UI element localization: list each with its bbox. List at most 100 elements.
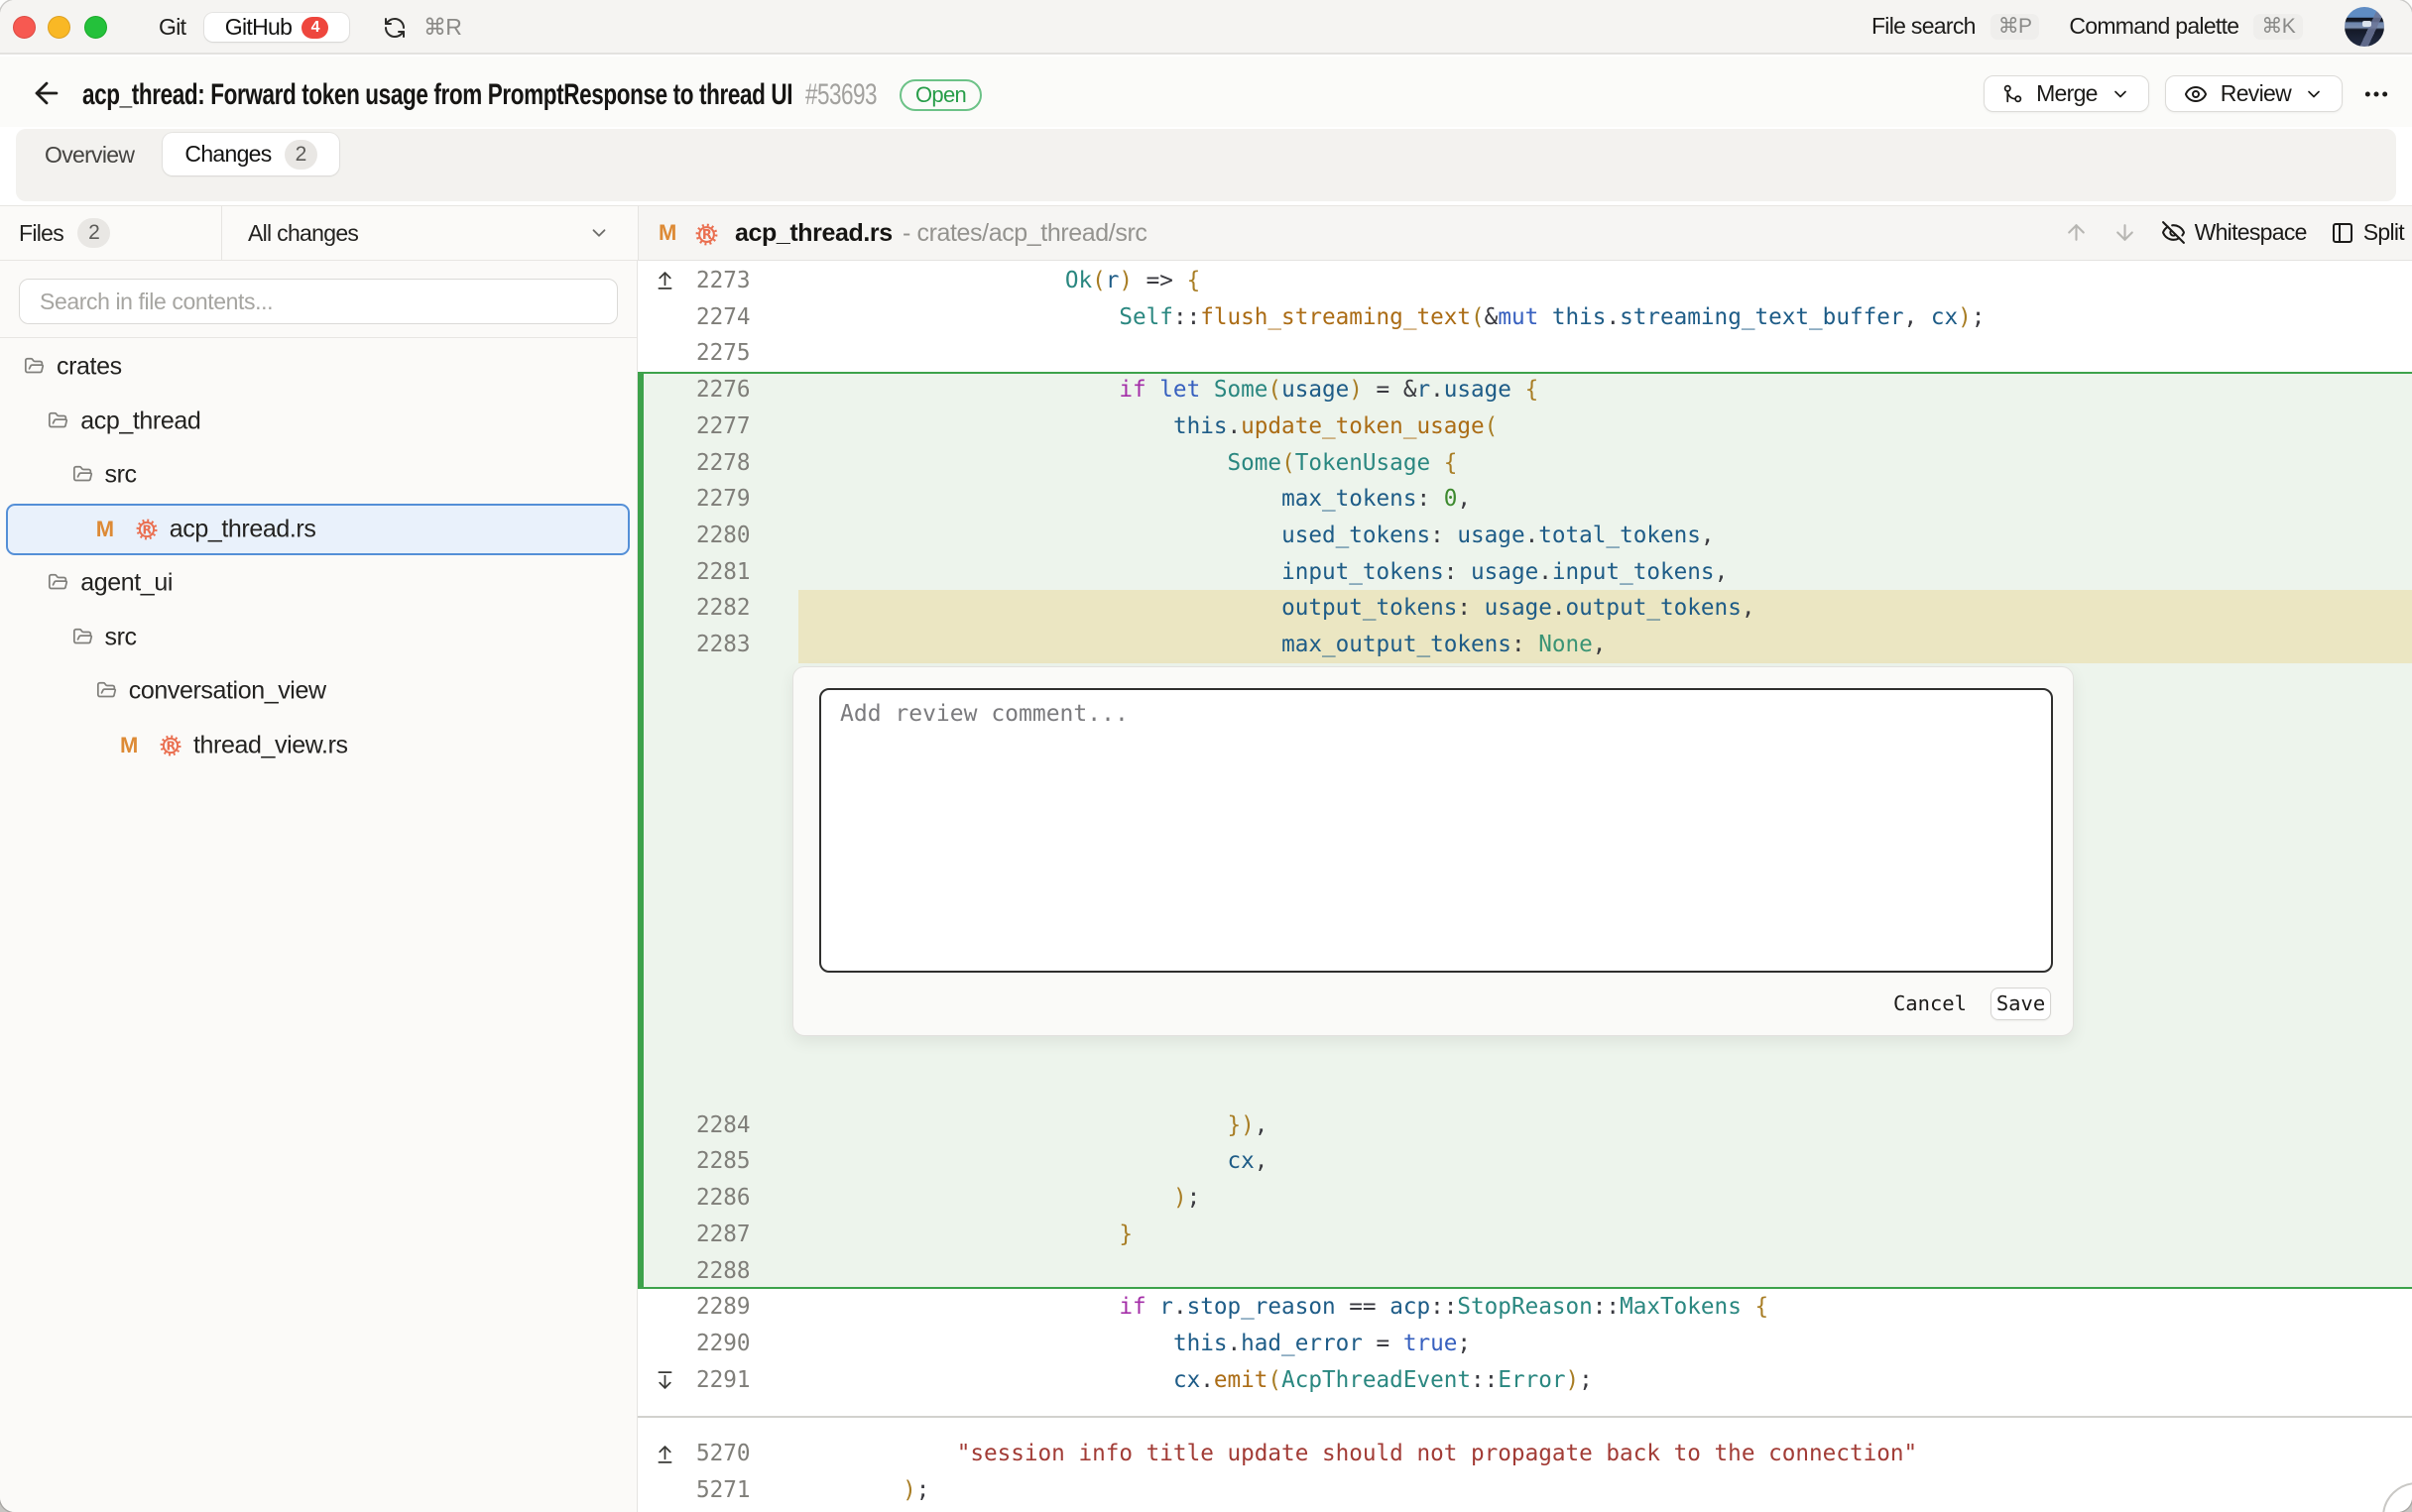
code-line-2289[interactable]: 2289 if r.stop_reason == acp::StopReason…: [638, 1289, 2412, 1326]
file-tree: cratesacp_threadsrcMRacp_thread.rsagent_…: [0, 340, 637, 772]
expand-up-icon[interactable]: [655, 271, 675, 291]
diff-file-name: acp_thread.rs: [735, 219, 893, 248]
line-number: 2275: [696, 335, 751, 372]
files-sidebar: cratesacp_threadsrcMRacp_thread.rsagent_…: [0, 261, 638, 1512]
expand-down-icon[interactable]: [655, 1370, 675, 1391]
code-line-2279[interactable]: 2279 max_tokens: 0,: [638, 481, 2412, 518]
code-text: if let Some(usage) = &r.usage {: [794, 372, 1538, 408]
zoom-window-button[interactable]: [84, 16, 107, 39]
back-arrow-icon[interactable]: [30, 76, 63, 110]
merge-label: Merge: [2036, 80, 2098, 107]
more-options-icon[interactable]: [2358, 76, 2394, 112]
command-palette-button[interactable]: Command palette ⌘K: [2069, 13, 2303, 40]
code-line-2281[interactable]: 2281 input_tokens: usage.input_tokens,: [638, 554, 2412, 591]
folder-open-icon: [48, 410, 69, 432]
tree-folder-acp_thread[interactable]: acp_thread: [0, 395, 637, 449]
refresh-icon[interactable]: [383, 16, 407, 40]
tree-item-label: thread_view.rs: [193, 731, 348, 759]
prev-change-icon[interactable]: [2064, 220, 2089, 245]
code-text: Ok(r) => {: [794, 263, 1200, 299]
tab-overview[interactable]: Overview: [23, 133, 156, 175]
code-text: }),: [794, 1107, 1267, 1144]
code-text: );: [794, 1180, 1200, 1217]
rust-file-icon: R: [694, 222, 719, 247]
tab-changes[interactable]: Changes 2: [163, 133, 339, 175]
changes-filter-label: All changes: [248, 220, 588, 247]
code-line-2276[interactable]: 2276 if let Some(usage) = &r.usage {: [638, 372, 2412, 408]
tree-folder-src[interactable]: src: [0, 448, 637, 503]
svg-text:R: R: [167, 738, 177, 753]
tree-folder-conversation_view[interactable]: conversation_view: [0, 664, 637, 719]
next-change-icon[interactable]: [2112, 220, 2137, 245]
file-status-modified: M: [659, 220, 676, 246]
code-line-2284[interactable]: 2284 }),: [638, 1107, 2412, 1144]
tab-changes-label: Changes: [184, 141, 271, 168]
code-line-2280[interactable]: 2280 used_tokens: usage.total_tokens,: [638, 518, 2412, 554]
code-line-2274[interactable]: 2274 Self::flush_streaming_text(&mut thi…: [638, 299, 2412, 336]
rust-file-icon: R: [135, 518, 159, 541]
line-number: 2277: [696, 408, 751, 445]
code-line-2291[interactable]: 2291 cx.emit(AcpThreadEvent::Error);: [638, 1362, 2412, 1399]
code-text: output_tokens: usage.output_tokens,: [794, 590, 1754, 627]
line-number: 2282: [696, 590, 751, 627]
code-line-2286[interactable]: 2286 );: [638, 1180, 2412, 1217]
files-count-badge: 2: [77, 218, 110, 248]
split-label: Split: [2363, 219, 2404, 246]
review-button[interactable]: Review: [2165, 75, 2343, 112]
close-window-button[interactable]: [13, 16, 36, 39]
line-number: 2274: [696, 299, 751, 336]
command-palette-shortcut: ⌘K: [2253, 14, 2303, 40]
code-text: cx.emit(AcpThreadEvent::Error);: [794, 1362, 1593, 1399]
folder-open-icon: [72, 627, 94, 648]
tab-git[interactable]: Git: [141, 0, 203, 53]
file-search-shortcut: ⌘P: [1990, 14, 2040, 40]
review-label: Review: [2221, 80, 2291, 107]
hunk-divider: [638, 1398, 2412, 1436]
user-avatar[interactable]: [2345, 7, 2384, 47]
code-line-2277[interactable]: 2277 this.update_token_usage(: [638, 408, 2412, 445]
code-line-2285[interactable]: 2285 cx,: [638, 1143, 2412, 1180]
whitespace-toggle[interactable]: Whitespace: [2161, 219, 2307, 246]
code-line-5271[interactable]: 5271 );: [638, 1472, 2412, 1509]
tree-folder-src[interactable]: src: [0, 611, 637, 665]
line-number: 2291: [696, 1362, 751, 1399]
line-number: 2284: [696, 1107, 751, 1144]
line-number: 2276: [696, 372, 751, 408]
line-number: 2288: [696, 1253, 751, 1290]
code-line-2273[interactable]: 2273 Ok(r) => {: [638, 263, 2412, 299]
tab-github[interactable]: GitHub 4: [204, 13, 349, 42]
tree-folder-agent_ui[interactable]: agent_ui: [0, 556, 637, 611]
code-line-2275[interactable]: 2275: [638, 335, 2412, 372]
review-comment-card: Cancel Save: [792, 666, 2074, 1036]
title-bar: Git GitHub 4 ⌘R File search ⌘P Command p…: [0, 0, 2412, 55]
code-line-2288[interactable]: 2288: [638, 1253, 2412, 1290]
code-line-2278[interactable]: 2278 Some(TokenUsage {: [638, 445, 2412, 482]
file-contents-search-input[interactable]: [19, 279, 618, 324]
folder-open-icon: [48, 572, 69, 594]
line-number: 2279: [696, 481, 751, 518]
review-comment-input[interactable]: [819, 688, 2053, 973]
code-line-2283[interactable]: 2283 max_output_tokens: None,: [638, 627, 2412, 663]
code-text: this.update_token_usage(: [794, 408, 1498, 445]
changes-filter-dropdown[interactable]: All changes: [222, 205, 638, 261]
cancel-button[interactable]: Cancel: [1893, 991, 1967, 1015]
whitespace-label: Whitespace: [2195, 219, 2307, 246]
tree-file-thread_view.rs[interactable]: M Rthread_view.rs: [0, 719, 637, 773]
merge-button[interactable]: Merge: [1984, 75, 2149, 112]
save-button[interactable]: Save: [1990, 988, 2051, 1020]
tree-file-acp_thread.rs[interactable]: MRacp_thread.rs: [0, 503, 637, 557]
code-text: Some(TokenUsage {: [794, 445, 1457, 482]
diff-file-header: M R acp_thread.rs - crates/acp_thread/sr…: [638, 205, 2412, 261]
code-line-2290[interactable]: 2290 this.had_error = true;: [638, 1326, 2412, 1362]
minimize-window-button[interactable]: [48, 16, 70, 39]
split-toggle[interactable]: Split: [2331, 219, 2404, 246]
file-search-button[interactable]: File search ⌘P: [1871, 13, 2039, 40]
git-merge-icon: [2002, 83, 2023, 104]
code-line-2282[interactable]: 2282 output_tokens: usage.output_tokens,: [638, 590, 2412, 627]
expand-up-icon[interactable]: [655, 1444, 675, 1464]
modified-status: M: [120, 733, 138, 758]
eye-icon: [2184, 82, 2208, 106]
code-line-5270[interactable]: 5270 "session info title update should n…: [638, 1436, 2412, 1472]
code-line-2287[interactable]: 2287 }: [638, 1217, 2412, 1253]
tree-folder-crates[interactable]: crates: [0, 340, 637, 395]
